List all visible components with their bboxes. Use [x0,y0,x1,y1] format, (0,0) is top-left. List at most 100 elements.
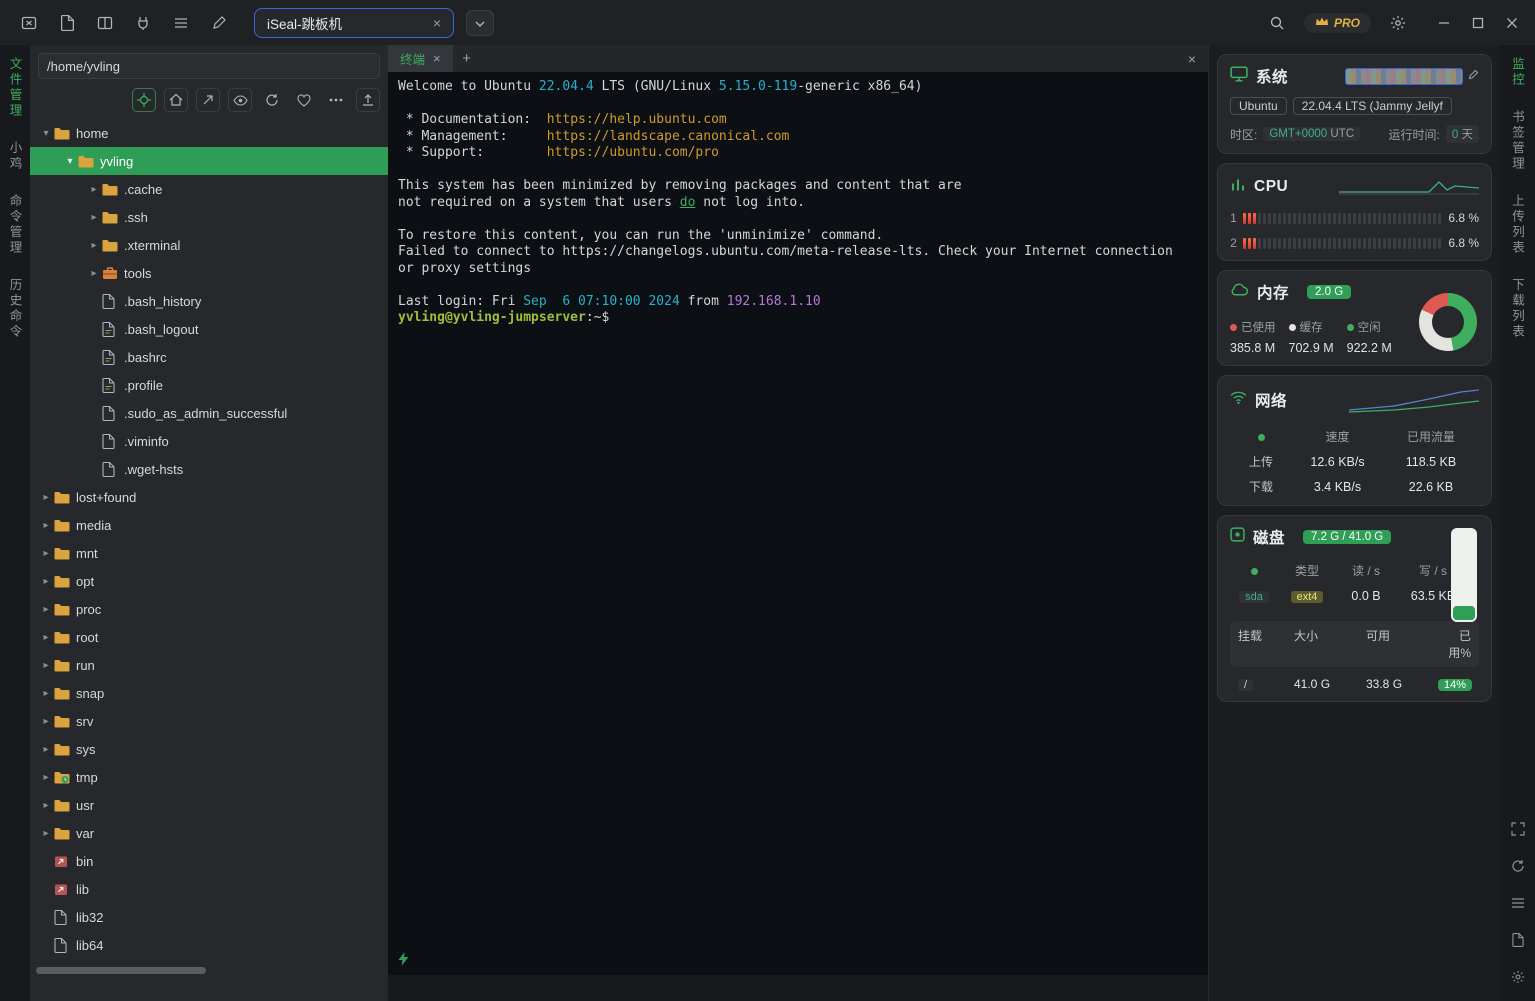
chevron-right-icon[interactable]: ▸ [38,520,54,531]
close-panel-icon[interactable] [16,10,42,36]
legend-dot-used [1230,324,1237,331]
tree-item-.profile[interactable]: .profile [30,371,388,399]
tree-item-opt[interactable]: ▸opt [30,567,388,595]
rail-item-command-manager[interactable]: 命令管理 [6,194,25,256]
tree-item-lib[interactable]: lib [30,875,388,903]
tree-item-.bashrc[interactable]: .bashrc [30,343,388,371]
rail-item-servers[interactable]: 小鸡 [6,141,25,172]
chevron-right-icon[interactable]: ▸ [38,660,54,671]
terminal-line: * Documentation: https://help.ubuntu.com [398,112,1198,129]
plug-icon[interactable] [130,10,156,36]
chevron-right-icon[interactable]: ▸ [38,548,54,559]
home-icon[interactable] [164,88,188,112]
tree-item-yvling[interactable]: ▾yvling [30,147,388,175]
gear-icon[interactable] [1385,10,1411,36]
tree-item-lost+found[interactable]: ▸lost+found [30,483,388,511]
tree-item-bin[interactable]: bin [30,847,388,875]
status-dot [1258,434,1265,441]
heart-icon[interactable] [292,88,316,112]
close-button[interactable] [1497,10,1527,36]
horizontal-scrollbar[interactable] [36,967,382,975]
expand-panel-icon[interactable] [1508,819,1528,839]
gear-icon[interactable] [1508,967,1528,987]
chevron-right-icon[interactable]: ▸ [38,800,54,811]
log-file-icon[interactable] [1508,930,1528,950]
tree-item-.wget-hsts[interactable]: .wget-hsts [30,455,388,483]
chevron-right-icon[interactable]: ▸ [86,184,102,195]
terminal-tab-close-icon[interactable]: × [433,51,441,66]
chevron-right-icon[interactable]: ▸ [38,716,54,727]
chevron-right-icon[interactable]: ▸ [86,240,102,251]
chevron-right-icon[interactable]: ▸ [38,492,54,503]
connection-bolt-icon[interactable] [398,952,409,971]
rail-item-file-manager[interactable]: 文件管理 [6,57,25,119]
list-icon[interactable] [168,10,194,36]
split-layout-icon[interactable] [92,10,118,36]
tree-item-.cache[interactable]: ▸.cache [30,175,388,203]
rail-item-download-list[interactable]: 下载列表 [1508,278,1527,340]
tree-item-usr[interactable]: ▸usr [30,791,388,819]
session-tab[interactable]: iSeal-跳板机 × [254,8,454,38]
eye-icon[interactable] [228,88,252,112]
chevron-down-icon[interactable]: ▾ [62,156,78,167]
tree-item-libx32[interactable]: libx32 [30,959,388,963]
tree-item-.bash_logout[interactable]: .bash_logout [30,315,388,343]
chevron-right-icon[interactable]: ▸ [38,772,54,783]
tree-item-run[interactable]: ▸run [30,651,388,679]
chevron-right-icon[interactable]: ▸ [38,632,54,643]
chevron-right-icon[interactable]: ▸ [38,688,54,699]
chevron-right-icon[interactable]: ▸ [38,604,54,615]
tree-item-home[interactable]: ▾home [30,119,388,147]
tree-item-lib64[interactable]: lib64 [30,931,388,959]
chevron-down-icon[interactable]: ▾ [38,128,54,139]
tree-item-.ssh[interactable]: ▸.ssh [30,203,388,231]
upload-icon[interactable] [356,88,380,112]
file-icon[interactable] [54,10,80,36]
tree-item-srv[interactable]: ▸srv [30,707,388,735]
tree-item-var[interactable]: ▸var [30,819,388,847]
more-icon[interactable] [324,88,348,112]
chevron-right-icon[interactable]: ▸ [38,828,54,839]
pro-badge[interactable]: PRO [1304,13,1371,33]
tree-item-proc[interactable]: ▸proc [30,595,388,623]
terminal-output[interactable]: Welcome to Ubuntu 22.04.4 LTS (GNU/Linux… [388,72,1208,947]
rail-item-history-commands[interactable]: 历史命令 [6,278,25,340]
search-icon[interactable] [1264,10,1290,36]
expand-arrow-icon[interactable] [196,88,220,112]
session-dropdown-button[interactable] [466,10,494,36]
refresh-icon[interactable] [260,88,284,112]
chevron-right-icon[interactable]: ▸ [38,576,54,587]
tree-item-media[interactable]: ▸media [30,511,388,539]
terminal-panel-close-icon[interactable]: × [1188,51,1196,67]
terminal-line: Failed to connect to https://changelogs.… [398,244,1198,261]
session-tab-close-icon[interactable]: × [433,15,441,31]
tree-item-tools[interactable]: ▸tools [30,259,388,287]
rail-item-bookmarks[interactable]: 书签管理 [1508,110,1527,172]
minimize-button[interactable] [1429,10,1459,36]
rail-item-upload-list[interactable]: 上传列表 [1508,194,1527,256]
tree-item-.sudo_as_admin_successful[interactable]: .sudo_as_admin_successful [30,399,388,427]
tree-item-root[interactable]: ▸root [30,623,388,651]
tree-item-snap[interactable]: ▸snap [30,679,388,707]
scrollbar-thumb[interactable] [36,967,206,974]
chevron-right-icon[interactable]: ▸ [38,744,54,755]
path-input[interactable] [38,53,380,79]
tree-item-tmp[interactable]: ▸tmp [30,763,388,791]
pen-icon[interactable] [206,10,232,36]
tree-item-.viminfo[interactable]: .viminfo [30,427,388,455]
edit-pen-icon[interactable] [1468,67,1479,85]
tree-item-sys[interactable]: ▸sys [30,735,388,763]
rail-item-monitoring[interactable]: 监控 [1508,57,1527,88]
new-terminal-button[interactable]: + [453,45,481,72]
maximize-button[interactable] [1463,10,1493,36]
tree-item-lib32[interactable]: lib32 [30,903,388,931]
terminal-tab[interactable]: 终端 × [388,45,453,72]
tree-item-.bash_history[interactable]: .bash_history [30,287,388,315]
tree-item-.xterminal[interactable]: ▸.xterminal [30,231,388,259]
tree-item-mnt[interactable]: ▸mnt [30,539,388,567]
refresh-icon[interactable] [1508,856,1528,876]
chevron-right-icon[interactable]: ▸ [86,268,102,279]
chevron-right-icon[interactable]: ▸ [86,212,102,223]
list-icon[interactable] [1508,893,1528,913]
locate-icon[interactable] [132,88,156,112]
